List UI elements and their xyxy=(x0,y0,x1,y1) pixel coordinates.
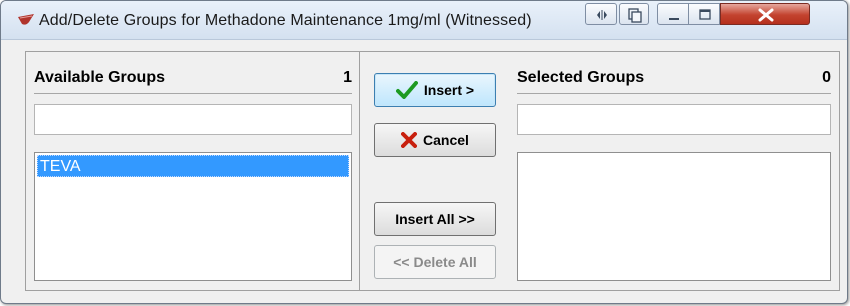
available-groups-count: 1 xyxy=(343,69,352,86)
available-groups-title: Available Groups xyxy=(34,69,165,86)
insert-all-button[interactable]: Insert All >> xyxy=(374,202,496,236)
title-bar: Add/Delete Groups for Methadone Maintena… xyxy=(1,1,847,40)
selected-groups-filter-input[interactable] xyxy=(517,104,831,135)
cancel-button-label: Cancel xyxy=(423,132,469,148)
cancel-button[interactable]: Cancel xyxy=(374,123,496,157)
selected-groups-title: Selected Groups xyxy=(517,69,645,86)
left-right-arrows-icon[interactable] xyxy=(585,3,617,25)
delete-all-button-label: << Delete All xyxy=(393,254,477,270)
copy-window-icon[interactable] xyxy=(619,3,649,25)
x-icon xyxy=(401,132,418,148)
selected-groups-list[interactable] xyxy=(517,152,831,281)
window-title: Add/Delete Groups for Methadone Maintena… xyxy=(39,12,532,29)
maximize-icon[interactable] xyxy=(688,3,720,25)
insert-button[interactable]: Insert > xyxy=(374,73,496,107)
list-item[interactable]: TEVA xyxy=(37,155,349,177)
close-icon[interactable] xyxy=(720,3,810,25)
dialog-window: Add/Delete Groups for Methadone Maintena… xyxy=(0,0,848,304)
minimize-icon[interactable] xyxy=(657,3,689,25)
available-groups-filter-input[interactable] xyxy=(34,104,352,135)
checkmark-icon xyxy=(395,81,418,99)
delete-all-button[interactable]: << Delete All xyxy=(374,245,496,279)
selected-groups-header: Selected Groups 0 xyxy=(517,69,831,94)
available-groups-panel: Available Groups 1 TEVA xyxy=(25,51,360,291)
selected-groups-panel: Selected Groups 0 xyxy=(509,51,840,291)
selected-groups-count: 0 xyxy=(822,69,831,86)
insert-button-label: Insert > xyxy=(423,82,475,98)
app-icon xyxy=(18,14,34,25)
available-groups-header: Available Groups 1 xyxy=(34,69,352,94)
available-groups-list[interactable]: TEVA xyxy=(34,152,352,281)
action-buttons-panel: Insert > Cancel Insert All >> << Delete … xyxy=(359,51,511,291)
insert-all-button-label: Insert All >> xyxy=(395,211,475,227)
